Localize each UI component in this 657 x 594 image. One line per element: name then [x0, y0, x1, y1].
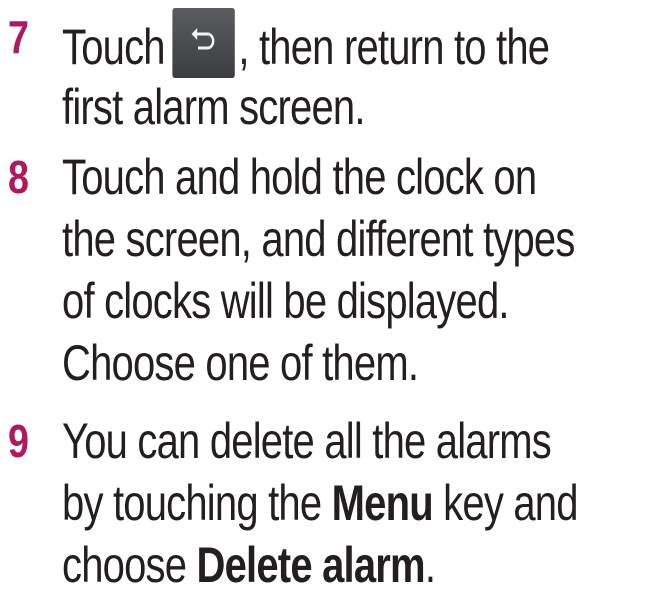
step-text-line: Choose one of them.	[62, 335, 419, 391]
step-text: Touch	[62, 19, 166, 75]
step-text: choose	[62, 537, 197, 593]
step-text-line: of clocks will be displayed.	[62, 273, 510, 329]
step-text: , then return to the	[238, 19, 550, 75]
menu-key-label: Menu	[331, 475, 434, 531]
step-number: 9	[8, 415, 29, 467]
step-number: 7	[8, 11, 29, 63]
step-text-line: You can delete all the alarms	[62, 413, 552, 469]
step-text: by touching the	[62, 475, 332, 531]
step-text-line: the screen, and different types	[62, 211, 575, 267]
back-key-button	[172, 8, 236, 78]
step-text: key and	[432, 475, 578, 531]
delete-alarm-label: Delete alarm	[196, 537, 426, 593]
step-text-line: Touch and hold the clock on	[62, 149, 537, 205]
step-text: .	[424, 537, 436, 593]
step-text-line: Touch , then return to the	[62, 8, 550, 78]
back-arrow-icon	[191, 28, 215, 50]
step-text-line: by touching the Menu key and	[62, 474, 578, 532]
step-number: 8	[8, 151, 29, 203]
step-text-line: choose Delete alarm.	[62, 536, 436, 594]
step-text-line: first alarm screen.	[62, 79, 365, 135]
